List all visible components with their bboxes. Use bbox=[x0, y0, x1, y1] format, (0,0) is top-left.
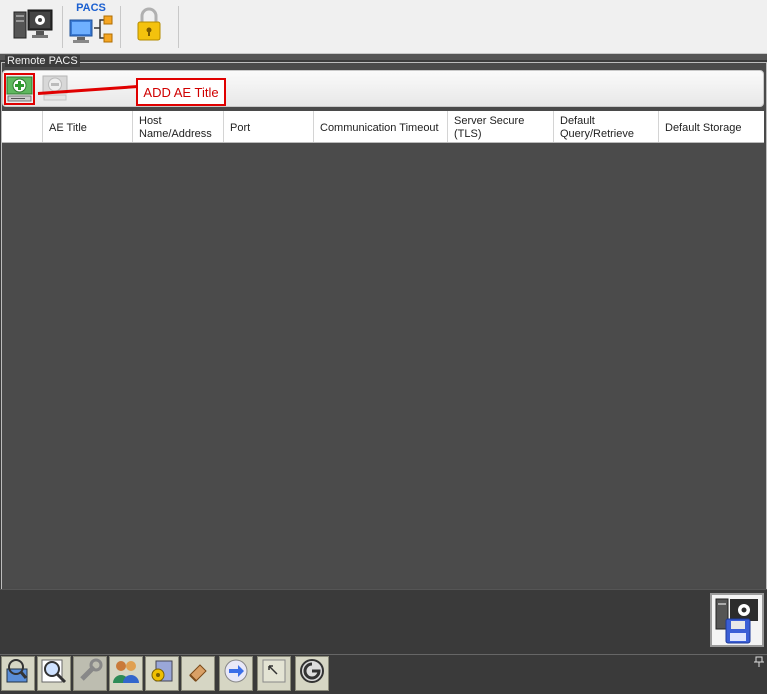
settings-box-icon bbox=[148, 657, 176, 690]
taskbar-disc-arrow-button[interactable] bbox=[219, 656, 253, 691]
pacs-button[interactable]: PACS bbox=[66, 2, 116, 50]
column-header-default-storage[interactable]: Default Storage bbox=[658, 111, 764, 142]
taskbar-search-network-button[interactable] bbox=[1, 656, 35, 691]
lock-icon bbox=[134, 6, 164, 47]
toolbar-separator bbox=[178, 6, 179, 48]
taskbar-magnifier-button[interactable] bbox=[37, 656, 71, 691]
column-header-host[interactable]: Host Name/Address bbox=[132, 111, 223, 142]
eraser-icon bbox=[184, 657, 212, 690]
server-settings-button[interactable] bbox=[10, 2, 56, 50]
save-config-button[interactable] bbox=[710, 593, 764, 647]
remote-pacs-group-label: Remote PACS bbox=[5, 55, 80, 67]
divider-strip bbox=[0, 54, 767, 60]
add-ae-title-callout: ADD AE Title bbox=[136, 78, 226, 106]
ae-table-header: AE Title Host Name/Address Port Communic… bbox=[2, 111, 764, 143]
column-header-server-secure[interactable]: Server Secure (TLS) bbox=[447, 111, 553, 142]
magnifier-icon bbox=[40, 657, 68, 690]
column-header-port[interactable]: Port bbox=[223, 111, 313, 142]
pacs-network-icon bbox=[68, 14, 114, 53]
users-icon bbox=[111, 657, 141, 690]
server-gear-icon bbox=[12, 6, 54, 47]
taskbar-tools-button[interactable] bbox=[73, 656, 107, 691]
taskbar-settings-box-button[interactable] bbox=[145, 656, 179, 691]
top-toolbar: PACS bbox=[0, 0, 767, 54]
column-header-communication-timeout[interactable]: Communication Timeout bbox=[313, 111, 447, 142]
remove-ae-title-button[interactable] bbox=[41, 74, 69, 102]
pacs-label: PACS bbox=[76, 2, 106, 14]
toolbar-separator bbox=[62, 6, 63, 48]
power-logo-icon bbox=[298, 657, 326, 690]
pin-icon[interactable] bbox=[753, 656, 765, 668]
bottom-panel bbox=[0, 589, 767, 654]
toolbar-separator bbox=[120, 6, 121, 48]
add-ae-title-icon bbox=[6, 76, 33, 107]
add-ae-title-button[interactable] bbox=[4, 73, 35, 105]
disc-arrow-icon bbox=[222, 657, 250, 690]
column-header-ae-title[interactable]: AE Title bbox=[42, 111, 132, 142]
search-network-icon bbox=[4, 657, 32, 690]
taskbar-resize-arrow-button[interactable] bbox=[257, 656, 291, 691]
save-config-icon bbox=[712, 598, 762, 649]
tools-icon bbox=[76, 657, 104, 690]
taskbar-power-logo-button[interactable] bbox=[295, 656, 329, 691]
taskbar-eraser-button[interactable] bbox=[181, 656, 215, 691]
taskbar-users-button[interactable] bbox=[109, 656, 143, 691]
lock-button[interactable] bbox=[126, 2, 172, 50]
column-header-select[interactable] bbox=[2, 111, 42, 142]
resize-arrow-icon bbox=[260, 657, 288, 690]
column-header-default-query-retrieve[interactable]: Default Query/Retrieve bbox=[553, 111, 658, 142]
ae-table-body[interactable] bbox=[2, 143, 764, 587]
